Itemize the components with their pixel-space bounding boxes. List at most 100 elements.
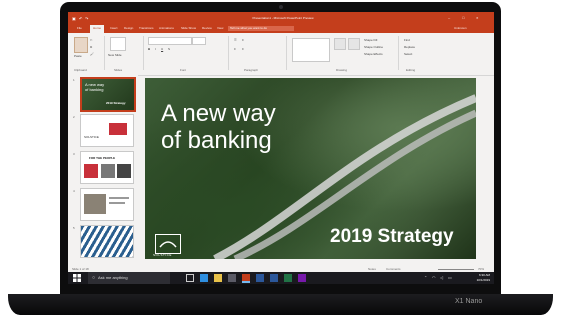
taskbar: Ask me anything ○ ⌃ ◠ ◁ ▭ 6:30 AM 10/1/2… bbox=[68, 272, 494, 284]
new-slide-button[interactable]: New Slide bbox=[108, 53, 122, 57]
undo-icon[interactable]: ↶ bbox=[79, 16, 82, 21]
excel-icon[interactable] bbox=[284, 274, 292, 282]
ribbon-tabs: File Home Insert Design Transitions Anim… bbox=[68, 24, 494, 33]
cortana-icon: ○ bbox=[92, 275, 96, 281]
user-name[interactable]: Unknown bbox=[454, 26, 467, 30]
thumbnail-number: 2 bbox=[73, 115, 75, 119]
webcam bbox=[279, 5, 283, 9]
store-icon[interactable] bbox=[228, 274, 236, 282]
powerpoint-icon[interactable] bbox=[242, 274, 250, 283]
slide-subtitle[interactable]: 2019 Strategy bbox=[330, 226, 454, 248]
thumbnail-graphic bbox=[84, 164, 98, 178]
thumbnail-title: of banking bbox=[85, 87, 104, 92]
copy-icon[interactable]: ⧉ bbox=[90, 45, 92, 49]
italic-icon[interactable]: I bbox=[155, 47, 156, 51]
thumbnail-photo bbox=[84, 194, 106, 214]
screen: ▣ ↶ ↷ Presentation1 - Microsoft PowerPoi… bbox=[68, 12, 494, 284]
paste-button[interactable]: Paste bbox=[74, 54, 82, 58]
onenote-icon[interactable] bbox=[298, 274, 306, 282]
slide-counter: Slide 1 of 18 bbox=[72, 267, 89, 271]
windows-start-icon[interactable] bbox=[73, 274, 81, 282]
align-left-icon[interactable]: ≡ bbox=[234, 47, 236, 51]
shape-effects-button[interactable]: Shape Effects bbox=[364, 52, 383, 56]
thumbnail-text-line bbox=[109, 202, 125, 204]
tell-me-search[interactable]: Tell me what you want to do bbox=[228, 26, 294, 31]
comments-button[interactable]: Comments bbox=[386, 267, 401, 271]
tab-design[interactable]: Design bbox=[124, 26, 133, 30]
thumbnail-graphic bbox=[117, 164, 131, 178]
tab-insert[interactable]: Insert bbox=[110, 26, 118, 30]
ribbon-separator bbox=[228, 36, 229, 70]
tab-file[interactable]: File bbox=[77, 26, 82, 30]
group-label-editing: Editing bbox=[406, 68, 416, 72]
window-close-icon[interactable]: ✕ bbox=[476, 16, 479, 20]
edge-icon[interactable] bbox=[200, 274, 208, 282]
window-minimize-icon[interactable]: ─ bbox=[448, 16, 450, 20]
thumbnail-graphic bbox=[101, 164, 115, 178]
group-label-paragraph: Paragraph bbox=[244, 68, 259, 72]
tab-transitions[interactable]: Transitions bbox=[139, 26, 154, 30]
slide-thumbnail-2[interactable]: SOLSTICE bbox=[80, 114, 134, 147]
taskbar-clock[interactable]: 6:30 AM 10/1/2019 bbox=[477, 273, 490, 283]
shape-fill-button[interactable]: Shape Fill bbox=[364, 38, 377, 42]
outlook-icon[interactable] bbox=[256, 274, 264, 282]
shape-outline-button[interactable]: Shape Outline bbox=[364, 45, 383, 49]
logo-text: SOLSTICE bbox=[153, 253, 172, 257]
task-view-icon[interactable] bbox=[186, 274, 194, 282]
slide-canvas[interactable]: A new way of banking 2019 Strategy SOLST… bbox=[145, 78, 476, 259]
logo-wave-icon bbox=[159, 241, 177, 248]
redo-icon[interactable]: ↷ bbox=[85, 16, 88, 21]
slide-thumbnail-4[interactable] bbox=[80, 188, 134, 221]
tab-slide-show[interactable]: Slide Show bbox=[181, 26, 196, 30]
thumbnail-text-line bbox=[109, 197, 129, 199]
numbering-icon[interactable]: ≡ bbox=[242, 38, 244, 42]
notes-button[interactable]: Notes bbox=[368, 267, 376, 271]
ribbon-separator bbox=[143, 36, 144, 70]
paste-icon[interactable] bbox=[74, 37, 88, 53]
thumbnail-number: 4 bbox=[73, 189, 75, 193]
slide-thumbnail-5[interactable] bbox=[80, 225, 134, 258]
bullets-icon[interactable]: ☰ bbox=[234, 38, 237, 42]
underline-icon[interactable]: U bbox=[161, 47, 163, 51]
file-explorer-icon[interactable] bbox=[214, 274, 222, 282]
tab-home[interactable]: Home bbox=[90, 25, 105, 33]
find-button[interactable]: Find bbox=[404, 38, 410, 42]
volume-icon[interactable]: ◁ bbox=[440, 275, 443, 280]
tab-review[interactable]: Review bbox=[202, 26, 212, 30]
align-center-icon[interactable]: ≡ bbox=[242, 47, 244, 51]
bold-icon[interactable]: B bbox=[148, 47, 150, 51]
thumbnail-number: 1 bbox=[73, 78, 75, 82]
slide-thumbnails-panel: 1 A new way of banking 2019 Strategy 2 S… bbox=[68, 75, 138, 266]
shapes-gallery[interactable] bbox=[292, 38, 330, 62]
save-icon[interactable]: ▣ bbox=[72, 16, 76, 21]
window-maximize-icon[interactable]: ☐ bbox=[462, 16, 465, 20]
replace-button[interactable]: Replace bbox=[404, 45, 415, 49]
chevron-up-icon[interactable]: ⌃ bbox=[424, 275, 427, 280]
format-painter-icon[interactable]: 🖌 bbox=[90, 52, 94, 56]
font-name-select[interactable] bbox=[148, 37, 192, 45]
quick-styles-icon[interactable] bbox=[348, 38, 360, 50]
logo-icon bbox=[155, 234, 181, 254]
select-button[interactable]: Select bbox=[404, 52, 412, 56]
tab-view[interactable]: View bbox=[217, 26, 223, 30]
battery-icon[interactable]: ▭ bbox=[448, 275, 452, 280]
thumbnail-title: FOR THE PEOPLE bbox=[89, 156, 116, 160]
font-size-select[interactable] bbox=[192, 37, 206, 45]
strikethrough-icon[interactable]: S bbox=[168, 47, 170, 51]
group-label-clipboard: Clipboard bbox=[74, 68, 87, 72]
tab-animations[interactable]: Animations bbox=[159, 26, 174, 30]
slide-thumbnail-1[interactable]: A new way of banking 2019 Strategy bbox=[80, 77, 136, 112]
slide-thumbnail-3[interactable]: FOR THE PEOPLE bbox=[80, 151, 134, 184]
zoom-slider[interactable] bbox=[438, 269, 474, 270]
zoom-level[interactable]: 70% bbox=[478, 267, 484, 271]
slide-title-line2[interactable]: of banking bbox=[161, 127, 272, 154]
ribbon-separator bbox=[104, 36, 105, 70]
window-title: Presentation1 - Microsoft PowerPoint Pre… bbox=[252, 16, 314, 20]
new-slide-icon[interactable] bbox=[110, 37, 126, 51]
cut-icon[interactable]: ✂ bbox=[90, 38, 93, 42]
wifi-icon[interactable]: ◠ bbox=[432, 275, 436, 280]
taskbar-search[interactable]: Ask me anything bbox=[88, 272, 170, 284]
word-icon[interactable] bbox=[270, 274, 278, 282]
arrange-icon[interactable] bbox=[334, 38, 346, 50]
slide-title-line1[interactable]: A new way bbox=[161, 100, 276, 127]
